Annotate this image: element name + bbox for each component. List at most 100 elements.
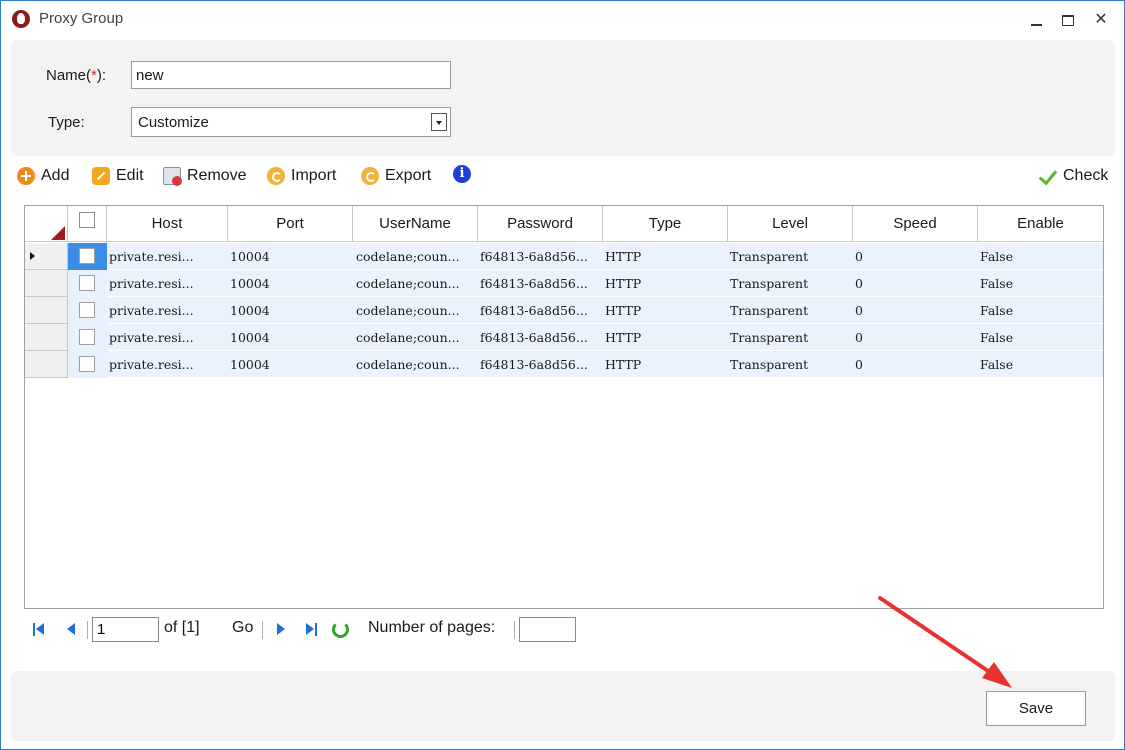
column-header-password[interactable]: Password xyxy=(478,206,603,242)
cell-host[interactable]: private.resi... xyxy=(107,270,228,297)
column-header-port[interactable]: Port xyxy=(228,206,353,242)
cell-username[interactable]: codelane;coun... xyxy=(353,351,478,378)
cell-username[interactable]: codelane;coun... xyxy=(353,297,478,324)
row-data[interactable]: private.resi... 10004 codelane;coun... f… xyxy=(107,243,1103,270)
table-row[interactable]: private.resi... 10004 codelane;coun... f… xyxy=(25,297,1103,324)
cell-enable[interactable]: False xyxy=(978,270,1103,297)
cell-enable[interactable]: False xyxy=(978,351,1103,378)
row-indicator[interactable] xyxy=(25,351,68,378)
cell-password[interactable]: f64813-6a8d56... xyxy=(478,243,603,270)
check-button[interactable]: Check xyxy=(1037,165,1108,187)
cell-password[interactable]: f64813-6a8d56... xyxy=(478,351,603,378)
row-indicator[interactable] xyxy=(25,243,68,270)
cell-username[interactable]: codelane;coun... xyxy=(353,243,478,270)
table-row[interactable]: private.resi... 10004 codelane;coun... f… xyxy=(25,351,1103,378)
select-all-checkbox[interactable] xyxy=(79,212,95,228)
row-indicator[interactable] xyxy=(25,324,68,351)
cell-port[interactable]: 10004 xyxy=(228,297,353,324)
next-page-icon[interactable] xyxy=(275,622,289,638)
import-button[interactable]: Import xyxy=(267,165,336,187)
cell-type[interactable]: HTTP xyxy=(603,351,728,378)
cell-level[interactable]: Transparent xyxy=(728,297,853,324)
cell-type[interactable]: HTTP xyxy=(603,297,728,324)
cell-level[interactable]: Transparent xyxy=(728,351,853,378)
cell-username[interactable]: codelane;coun... xyxy=(353,324,478,351)
table-row[interactable]: private.resi... 10004 codelane;coun... f… xyxy=(25,270,1103,297)
pager-divider xyxy=(87,621,88,639)
page-count-text: of [1] xyxy=(164,619,200,636)
cell-port[interactable]: 10004 xyxy=(228,270,353,297)
remove-button[interactable]: Remove xyxy=(163,165,247,187)
cell-username[interactable]: codelane;coun... xyxy=(353,270,478,297)
row-select-cell[interactable] xyxy=(68,297,107,324)
row-indicator[interactable] xyxy=(25,270,68,297)
cell-speed[interactable]: 0 xyxy=(853,270,978,297)
row-checkbox[interactable] xyxy=(79,329,95,345)
cell-port[interactable]: 10004 xyxy=(228,324,353,351)
cell-host[interactable]: private.resi... xyxy=(107,297,228,324)
row-checkbox[interactable] xyxy=(79,356,95,372)
cell-password[interactable]: f64813-6a8d56... xyxy=(478,324,603,351)
column-header-type[interactable]: Type xyxy=(603,206,728,242)
cell-speed[interactable]: 0 xyxy=(853,351,978,378)
refresh-icon[interactable] xyxy=(332,621,349,638)
type-select[interactable]: Customize xyxy=(131,107,451,137)
row-indicator[interactable] xyxy=(25,297,68,324)
column-header-enable[interactable]: Enable xyxy=(978,206,1103,242)
cell-type[interactable]: HTTP xyxy=(603,270,728,297)
last-page-icon[interactable] xyxy=(305,622,319,638)
cell-speed[interactable]: 0 xyxy=(853,297,978,324)
column-header-speed[interactable]: Speed xyxy=(853,206,978,242)
column-header-username[interactable]: UserName xyxy=(353,206,478,242)
cell-host[interactable]: private.resi... xyxy=(107,351,228,378)
minimize-button[interactable] xyxy=(1023,7,1049,33)
proxy-table[interactable]: Host Port UserName Password Type Level S… xyxy=(24,205,1104,609)
row-select-cell[interactable] xyxy=(68,324,107,351)
table-row[interactable]: private.resi... 10004 codelane;coun... f… xyxy=(25,324,1103,351)
pages-count-input[interactable] xyxy=(519,617,576,642)
close-button[interactable]: ✕ xyxy=(1088,7,1114,33)
column-header-host[interactable]: Host xyxy=(107,206,228,242)
row-select-cell[interactable] xyxy=(68,351,107,378)
row-data[interactable]: private.resi... 10004 codelane;coun... f… xyxy=(107,324,1103,351)
cell-level[interactable]: Transparent xyxy=(728,243,853,270)
cell-host[interactable]: private.resi... xyxy=(107,324,228,351)
row-data[interactable]: private.resi... 10004 codelane;coun... f… xyxy=(107,351,1103,378)
info-icon[interactable]: i xyxy=(453,165,471,183)
first-page-icon[interactable] xyxy=(33,622,47,638)
row-checkbox[interactable] xyxy=(79,248,95,264)
edit-button[interactable]: Edit xyxy=(92,165,144,187)
column-header-level[interactable]: Level xyxy=(728,206,853,242)
cell-enable[interactable]: False xyxy=(978,243,1103,270)
row-data[interactable]: private.resi... 10004 codelane;coun... f… xyxy=(107,297,1103,324)
cell-type[interactable]: HTTP xyxy=(603,324,728,351)
name-input[interactable] xyxy=(131,61,451,89)
header-select-all[interactable] xyxy=(68,206,107,242)
add-button[interactable]: Add xyxy=(17,165,69,187)
dropdown-arrow-icon[interactable] xyxy=(431,113,447,131)
export-button[interactable]: Export xyxy=(361,165,431,187)
row-checkbox[interactable] xyxy=(79,302,95,318)
save-button[interactable]: Save xyxy=(986,691,1086,726)
table-row[interactable]: private.resi... 10004 codelane;coun... f… xyxy=(25,243,1103,270)
cell-password[interactable]: f64813-6a8d56... xyxy=(478,297,603,324)
cell-host[interactable]: private.resi... xyxy=(107,243,228,270)
cell-level[interactable]: Transparent xyxy=(728,270,853,297)
page-number-input[interactable] xyxy=(92,617,159,642)
row-data[interactable]: private.resi... 10004 codelane;coun... f… xyxy=(107,270,1103,297)
cell-enable[interactable]: False xyxy=(978,324,1103,351)
previous-page-icon[interactable] xyxy=(65,622,79,638)
cell-type[interactable]: HTTP xyxy=(603,243,728,270)
cell-speed[interactable]: 0 xyxy=(853,243,978,270)
row-select-cell[interactable] xyxy=(68,243,107,270)
maximize-button[interactable] xyxy=(1055,7,1081,33)
cell-port[interactable]: 10004 xyxy=(228,243,353,270)
row-select-cell[interactable] xyxy=(68,270,107,297)
cell-password[interactable]: f64813-6a8d56... xyxy=(478,270,603,297)
cell-level[interactable]: Transparent xyxy=(728,324,853,351)
go-button[interactable]: Go xyxy=(232,619,253,637)
cell-enable[interactable]: False xyxy=(978,297,1103,324)
row-checkbox[interactable] xyxy=(79,275,95,291)
cell-speed[interactable]: 0 xyxy=(853,324,978,351)
cell-port[interactable]: 10004 xyxy=(228,351,353,378)
